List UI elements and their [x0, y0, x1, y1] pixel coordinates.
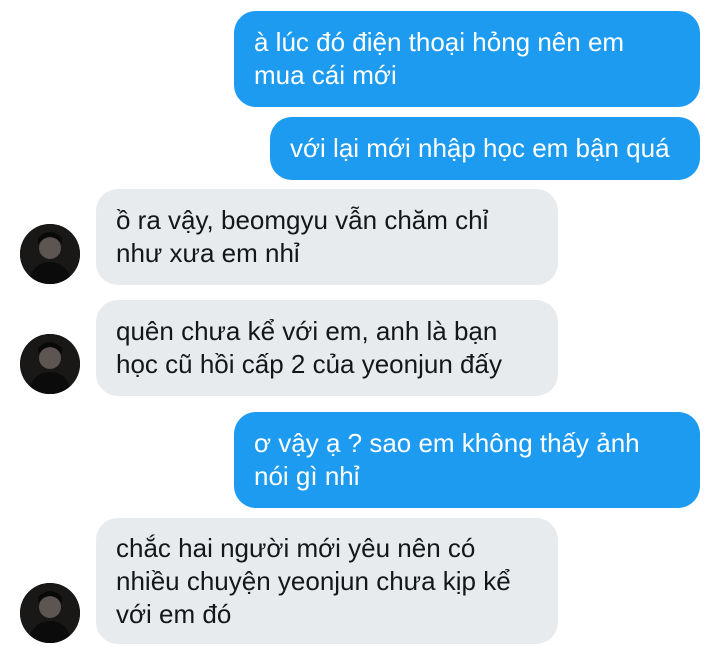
message-bubble-outgoing[interactable]: với lại mới nhập học em bận quá: [270, 117, 700, 180]
message-bubble-outgoing[interactable]: à lúc đó điện thoại hỏng nên em mua cái …: [234, 11, 700, 107]
message-bubble-incoming[interactable]: ồ ra vậy, beomgyu vẫn chăm chỉ như xưa e…: [96, 189, 558, 285]
avatar-icon[interactable]: [20, 334, 80, 394]
message-bubble-outgoing[interactable]: ơ vậy ạ ? sao em không thấy ảnh nói gì n…: [234, 412, 700, 508]
message-bubble-incoming[interactable]: quên chưa kể với em, anh là bạn học cũ h…: [96, 300, 558, 396]
avatar-icon[interactable]: [20, 583, 80, 643]
message-bubble-incoming[interactable]: chắc hai người mới yêu nên có nhiều chuy…: [96, 518, 558, 644]
avatar-icon[interactable]: [20, 224, 80, 284]
